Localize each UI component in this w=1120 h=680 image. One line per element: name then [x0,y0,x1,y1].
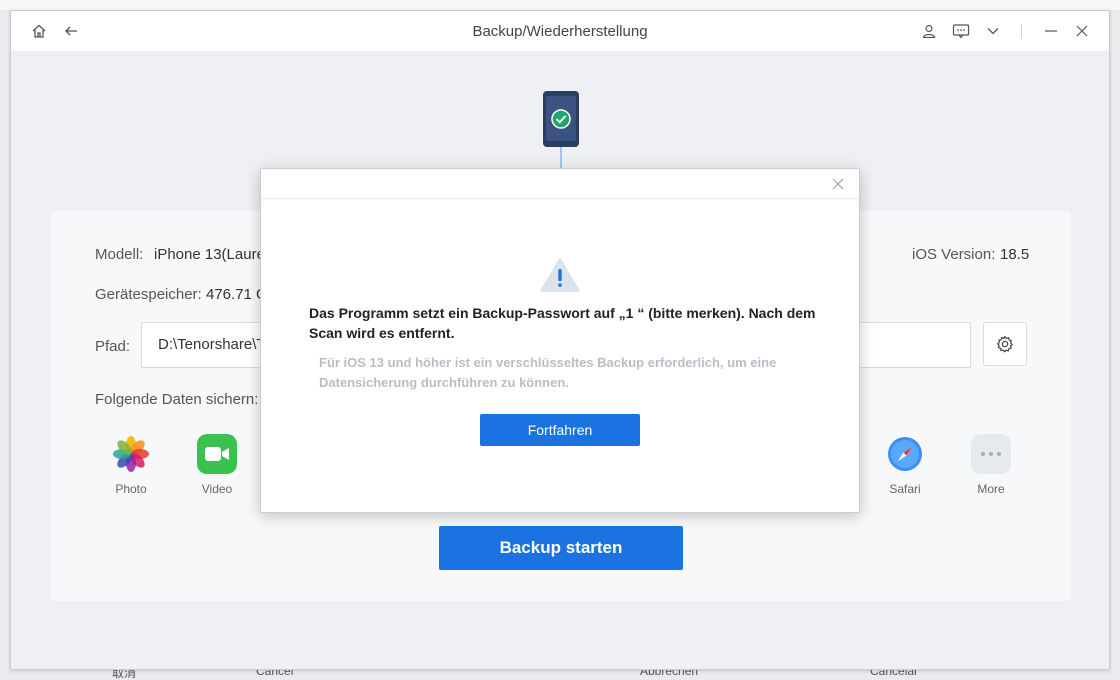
start-backup-button[interactable]: Backup starten [439,526,683,570]
close-icon[interactable] [1072,21,1092,41]
storage-value: 476.71 G [206,286,268,303]
backup-item-label: Video [201,482,233,496]
warning-icon [540,258,580,292]
backup-item-label: More [977,482,1005,496]
ios-version-label: iOS Version: [912,246,996,263]
connected-phone-icon [543,91,579,169]
backup-item-more[interactable]: More [961,434,1021,496]
feedback-icon[interactable] [951,21,971,41]
path-label: Pfad: [95,338,131,355]
model-label: Modell: [95,246,144,263]
dialog-close-icon[interactable] [831,177,845,191]
user-icon[interactable] [919,21,939,41]
backup-item-video[interactable]: Video [187,434,247,496]
storage-label: Gerätespeicher: [95,286,202,303]
gear-icon [997,335,1013,353]
password-notice-dialog: Das Programm setzt ein Backup-Passwort a… [260,168,860,513]
path-settings-button[interactable] [983,322,1027,366]
facetime-icon [197,434,237,474]
ios-version-value: 18.5 [1000,246,1030,263]
more-icon [971,434,1011,474]
backup-item-safari[interactable]: Safari [875,434,935,496]
chevron-down-icon[interactable] [983,21,1003,41]
continue-button[interactable]: Fortfahren [480,414,640,446]
safari-icon [885,434,925,474]
backup-item-label: Photo [115,482,147,496]
model-value: iPhone 13(Laure [154,246,265,263]
backup-item-label: Safari [889,482,921,496]
backup-section-label: Folgende Daten sichern: [95,391,259,408]
backup-item-photo[interactable]: Photo [101,434,161,496]
background-window-edge [0,0,1120,10]
title-bar: Backup/Wiederherstellung [11,11,1109,51]
path-value: D:\Tenorshare\T [158,336,266,353]
minimize-icon[interactable] [1041,21,1061,41]
dialog-hint: Für iOS 13 und höher ist ein verschlüsse… [319,355,777,390]
dialog-header [261,169,859,199]
titlebar-divider [1021,24,1022,38]
photos-icon [111,434,151,474]
dialog-message: Das Programm setzt ein Backup-Passwort a… [309,305,816,341]
window-title: Backup/Wiederherstellung [472,23,648,40]
